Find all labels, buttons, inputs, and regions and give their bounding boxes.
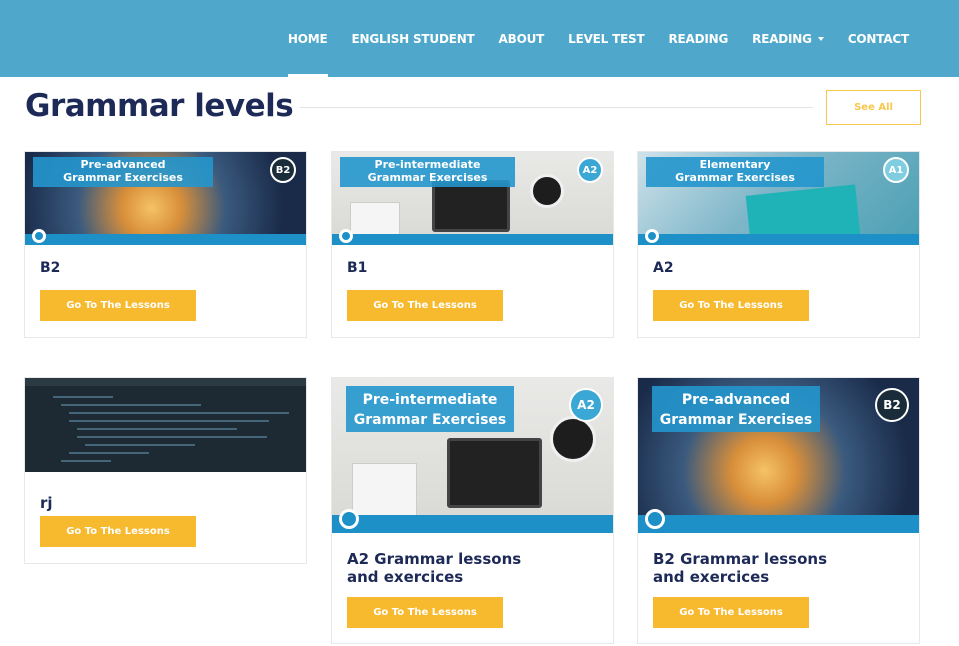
lesson-card: Pre-intermediate Grammar Exercises A2 B1… [331, 151, 614, 338]
go-to-lessons-button[interactable]: Go To The Lessons [653, 597, 809, 628]
nav-contact[interactable]: CONTACT [836, 0, 921, 77]
lesson-card: Pre-advanced Grammar Exercises B2 B2 Go … [24, 151, 307, 338]
page-title: Grammar levels [25, 88, 294, 124]
code-line [77, 436, 267, 438]
pre-intermediate-grammar-image[interactable]: Pre-intermediate Grammar Exercises A2 [332, 378, 613, 533]
banner-line-2: Grammar Exercises [63, 170, 183, 184]
image-banner: Pre-intermediate Grammar Exercises [346, 386, 514, 432]
card-title: rj [40, 494, 53, 512]
lesson-card: Pre-advanced Grammar Exercises B2 B2 Gra… [637, 377, 920, 644]
caret-down-icon [817, 36, 824, 41]
banner-line-1: Pre-intermediate [362, 392, 498, 408]
pre-intermediate-grammar-image[interactable]: Pre-intermediate Grammar Exercises A2 [332, 152, 613, 245]
go-to-lessons-button[interactable]: Go To The Lessons [40, 290, 196, 321]
banner-line-2: Grammar Exercises [659, 412, 813, 429]
banner-line-2: Grammar Exercises [367, 170, 488, 184]
banner-line-1: Pre-advanced [80, 158, 166, 171]
image-banner: Pre-intermediate Grammar Exercises [340, 157, 515, 187]
card-title: A2 Grammar lessons and exercices [347, 550, 522, 586]
banner-line-1: Pre-intermediate [374, 158, 481, 171]
code-toolbar [25, 378, 306, 386]
circle-icon [339, 509, 359, 529]
banner-line-1: Pre-advanced [681, 392, 791, 408]
banner-line-2: Grammar Exercises [353, 412, 507, 429]
card-title: B1 [347, 260, 368, 276]
see-all-button[interactable]: See All [826, 90, 921, 125]
card-title: A2 [653, 260, 674, 276]
image-banner: Pre-advanced Grammar Exercises [652, 386, 820, 432]
nav-home[interactable]: HOME [276, 0, 340, 77]
level-badge: A2 [569, 388, 603, 422]
top-navbar: HOME ENGLISH STUDENT ABOUT LEVEL TEST RE… [0, 0, 959, 77]
nav-reading-dropdown[interactable]: READING [740, 0, 836, 77]
elementary-grammar-image[interactable]: Elementary Grammar Exercises A1 [638, 152, 919, 245]
image-bar [332, 234, 613, 245]
code-line [69, 412, 289, 414]
go-to-lessons-button[interactable]: Go To The Lessons [40, 516, 196, 547]
nav-reading-dropdown-label: READING [752, 31, 812, 46]
pre-advanced-grammar-image[interactable]: Pre-advanced Grammar Exercises B2 [25, 152, 306, 245]
level-badge: A1 [883, 157, 909, 183]
nav-reading[interactable]: READING [657, 0, 741, 77]
go-to-lessons-button[interactable]: Go To The Lessons [653, 290, 809, 321]
banner-line-1: Elementary [699, 158, 771, 171]
lesson-card: Elementary Grammar Exercises A1 A2 Go To… [637, 151, 920, 338]
code-line [61, 460, 111, 462]
circle-icon [645, 229, 659, 243]
nav-about[interactable]: ABOUT [487, 0, 557, 77]
banner-line-2: Grammar Exercises [675, 170, 795, 184]
title-divider [300, 107, 813, 108]
code-line [77, 428, 237, 430]
image-bar [638, 515, 919, 533]
code-line [69, 420, 269, 422]
nav-links: HOME ENGLISH STUDENT ABOUT LEVEL TEST RE… [276, 0, 959, 77]
circle-icon [645, 509, 665, 529]
tablet-image [432, 180, 510, 232]
lesson-card: rj Go To The Lessons [24, 377, 307, 564]
code-line [69, 452, 149, 454]
circle-icon [339, 229, 353, 243]
image-bar [25, 234, 306, 245]
cup-image [530, 174, 564, 208]
image-bar [332, 515, 613, 533]
cup-image [550, 416, 596, 462]
code-screenshot-image[interactable] [25, 378, 306, 472]
card-title: B2 [40, 260, 61, 276]
image-banner: Pre-advanced Grammar Exercises [33, 157, 213, 187]
level-badge: B2 [270, 157, 296, 183]
card-title: B2 Grammar lessons and exercices [653, 550, 828, 586]
code-line [85, 444, 195, 446]
nav-english-student[interactable]: ENGLISH STUDENT [340, 0, 487, 77]
nav-level-test[interactable]: LEVEL TEST [556, 0, 656, 77]
go-to-lessons-button[interactable]: Go To The Lessons [347, 597, 503, 628]
level-badge: A2 [577, 157, 603, 183]
image-bar [638, 234, 919, 245]
level-badge: B2 [875, 388, 909, 422]
go-to-lessons-button[interactable]: Go To The Lessons [347, 290, 503, 321]
lesson-card: Pre-intermediate Grammar Exercises A2 A2… [331, 377, 614, 644]
code-line [53, 396, 113, 398]
code-line [61, 404, 201, 406]
tablet-image [447, 438, 542, 508]
pre-advanced-grammar-image[interactable]: Pre-advanced Grammar Exercises B2 [638, 378, 919, 533]
notepad-image [352, 463, 417, 518]
image-banner: Elementary Grammar Exercises [646, 157, 824, 187]
circle-icon [32, 229, 46, 243]
